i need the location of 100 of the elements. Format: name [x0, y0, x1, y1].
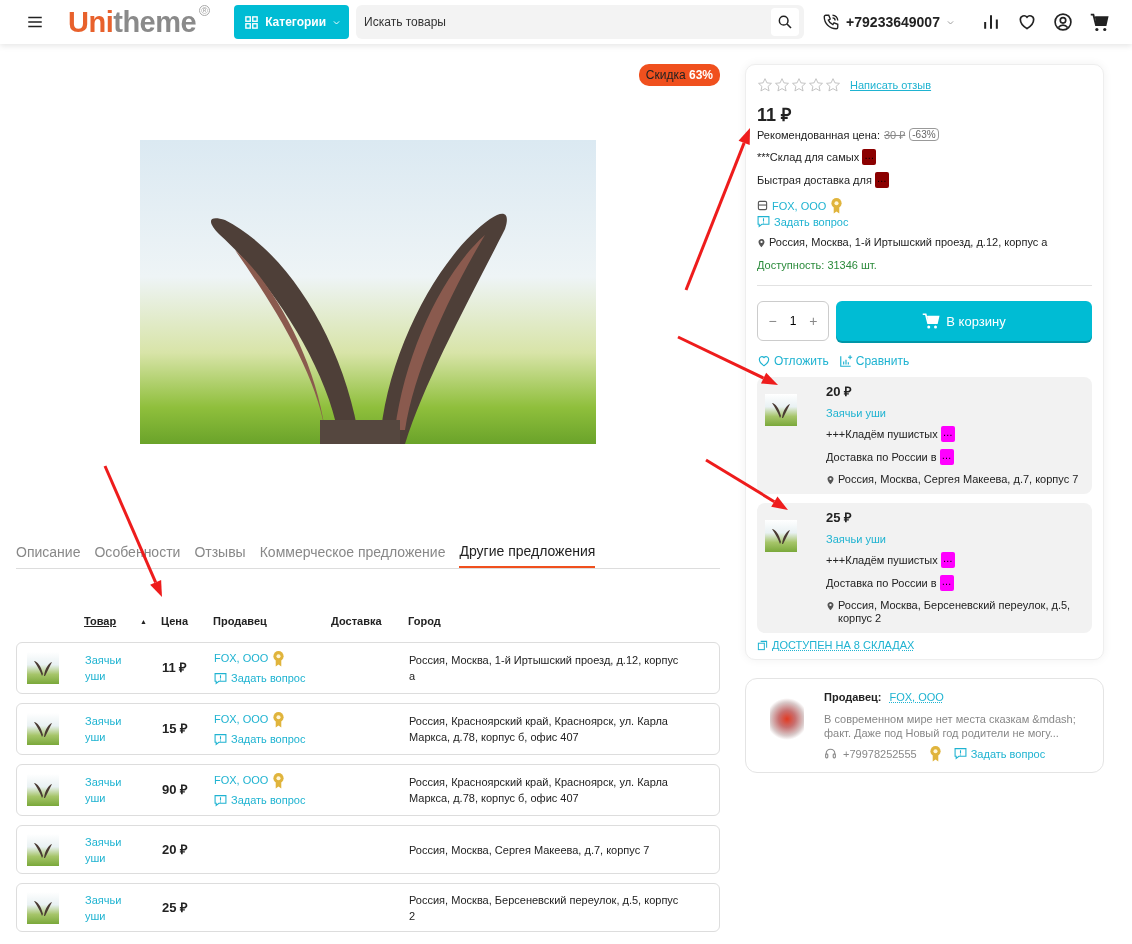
chart-plus-icon: [838, 354, 853, 368]
star-icon: [791, 77, 807, 93]
tag-label: …: [940, 552, 955, 568]
seller-description: В современном мире нет места сказкам &mdash; факт. Даже под Новый год родители не могу...: [824, 712, 1077, 740]
product-thumbnail: [27, 833, 59, 866]
search-icon: [777, 14, 794, 30]
cart-icon: [1089, 11, 1110, 33]
seller-link[interactable]: FOX, ООО: [214, 709, 269, 729]
warehouses-link[interactable]: ДОСТУПЕН НА 8 СКЛАДАХ: [757, 639, 1092, 651]
column-header[interactable]: Доставка: [331, 615, 382, 627]
tag-label: …: [874, 172, 889, 188]
write-review-link[interactable]: Написать отзыв: [850, 79, 932, 91]
column-header[interactable]: Продавец: [213, 615, 267, 627]
address-text: Россия, Москва, 1-й Иртышский проезд, д.12, корпус а: [769, 236, 1048, 249]
seller-link[interactable]: FOX, ООО: [214, 770, 269, 790]
price-text: 20 ₽: [162, 841, 189, 857]
tab[interactable]: Описание: [16, 541, 81, 568]
store-icon: [757, 200, 768, 211]
tab[interactable]: Другие предложения: [459, 541, 596, 568]
add-to-cart-button[interactable]: В корзину: [836, 301, 1092, 341]
tag-label: …: [862, 149, 877, 165]
price-text: 90 ₽: [162, 782, 189, 797]
price-text: 25 ₽: [162, 899, 189, 915]
ask-question-link[interactable]: Задать вопрос: [214, 668, 332, 688]
ask-question-link[interactable]: Задать вопрос: [953, 747, 1046, 760]
copy-icon: [757, 639, 768, 651]
tag-label: …: [939, 575, 954, 591]
product-thumbnail: [27, 713, 59, 745]
phone-icon: [822, 13, 841, 31]
recommended-price-label: Рекомендованная цена:: [757, 128, 880, 141]
note-text: Доставка по России в: [826, 577, 937, 589]
city-text: Россия, Красноярский край, Красноярск, ул. Карла Маркса, д.78, корпус б, офис 407: [409, 714, 669, 745]
bar-chart-icon: [981, 12, 1001, 32]
product-link[interactable]: Заячьи уши: [85, 652, 133, 684]
price-text: 20 ₽: [826, 383, 854, 400]
compare-link[interactable]: Сравнить: [838, 354, 910, 368]
seller-label: Продавец:: [824, 691, 882, 703]
user-icon: [1053, 12, 1073, 32]
chat-icon: [214, 732, 227, 746]
product-thumbnail: [27, 652, 59, 684]
column-header[interactable]: Город: [408, 615, 441, 627]
product-link[interactable]: Заячьи уши: [85, 713, 133, 745]
discount-badge: Скидка 63%: [638, 64, 720, 86]
city-text: Россия, Москва, 1-й Иртышский проезд, д.12, корпус а: [409, 653, 680, 684]
chat-icon: [953, 747, 967, 760]
minus-button[interactable]: −: [768, 313, 777, 329]
note-text: ***Склад для самых: [757, 151, 860, 163]
note-text: Быстрая доставка для: [757, 174, 872, 186]
seller-link[interactable]: FOX, ООО: [889, 691, 944, 703]
availability-text: Доступность: 31346 шт.: [757, 259, 877, 271]
price-text: 11 ₽: [757, 104, 792, 126]
discount-label: -63%: [909, 128, 939, 141]
tab[interactable]: Коммерческое предложение: [259, 541, 446, 568]
compare-button[interactable]: [981, 12, 1001, 32]
headset-icon: [824, 747, 837, 760]
chat-icon: [214, 671, 227, 685]
tag-label: …: [939, 449, 954, 465]
product-link[interactable]: Заячьи уши: [826, 533, 1084, 545]
grid-icon: [244, 14, 260, 30]
heart-icon: [757, 354, 771, 368]
seller-link[interactable]: FOX, ООО: [214, 648, 269, 668]
product-link[interactable]: Заячьи уши: [85, 891, 133, 924]
product-link[interactable]: Заячьи уши: [85, 833, 133, 866]
note-text: Доставка по России в: [826, 451, 937, 463]
ask-question-link[interactable]: Задать вопрос: [214, 729, 332, 749]
categories-button[interactable]: Категории: [234, 5, 350, 39]
product-thumbnail: [765, 394, 797, 426]
search-button[interactable]: [771, 8, 800, 36]
cart-button[interactable]: [1089, 11, 1110, 33]
product-thumbnail: [765, 520, 797, 552]
ask-question-link[interactable]: Задать вопрос: [757, 215, 1092, 228]
ask-question-link[interactable]: Задать вопрос: [214, 790, 332, 810]
address-text: Россия, Москва, Берсеневский переулок, д.5, корпус 2: [838, 599, 1072, 625]
product-thumbnail: [27, 891, 59, 924]
wishlist-button[interactable]: [1017, 12, 1037, 32]
account-button[interactable]: [1053, 12, 1073, 32]
star-icon: [757, 77, 773, 93]
chat-icon: [214, 793, 227, 807]
seller-link[interactable]: FOX, ООО: [772, 199, 827, 212]
search-field[interactable]: Искать товары: [356, 5, 805, 39]
product-link[interactable]: Заячьи уши: [826, 407, 1084, 419]
tag-label: …: [940, 426, 955, 442]
note-text: +++Кладём пушистых: [826, 428, 938, 440]
price-text: 15 ₽: [162, 721, 189, 736]
city-text: Россия, Москва, Сергея Макеева, д.7, корпус 7: [409, 842, 650, 858]
tab[interactable]: Отзывы: [194, 541, 246, 568]
star-icon: [808, 77, 824, 93]
heart-icon: [1017, 12, 1037, 32]
star-icon: [774, 77, 790, 93]
phone-number[interactable]: +79978252555: [843, 747, 917, 760]
phone-number[interactable]: +79233649007: [846, 14, 940, 30]
product-link[interactable]: Заячьи уши: [85, 774, 133, 806]
wishlist-link[interactable]: Отложить: [757, 354, 829, 368]
cart-icon: [922, 312, 941, 330]
column-header[interactable]: Товар: [84, 615, 117, 627]
plus-button[interactable]: +: [809, 313, 818, 329]
column-header[interactable]: Цена: [161, 615, 189, 627]
star-icon: [825, 77, 841, 93]
location-pin-icon: [757, 237, 766, 249]
price-text: 11 ₽: [162, 660, 188, 675]
